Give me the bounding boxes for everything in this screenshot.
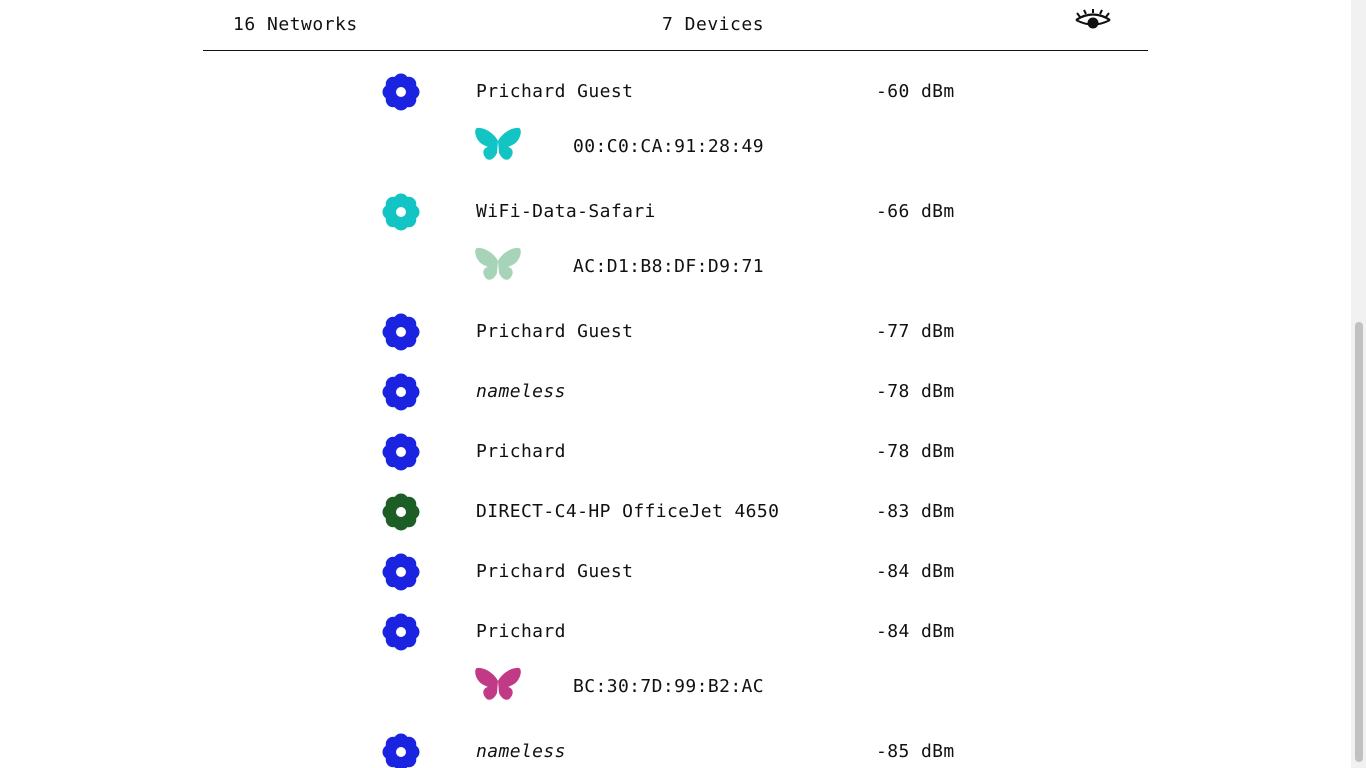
device-mac: BC:30:7D:99:B2:AC [573, 676, 765, 697]
network-row[interactable]: DIRECT-C4-HP OfficeJet 4650 -83 dBm [0, 482, 1351, 542]
network-name: WiFi-Data-Safari [476, 201, 656, 222]
network-row[interactable]: nameless -85 dBm [0, 722, 1351, 768]
flower-icon [382, 613, 420, 651]
network-signal: -78 dBm [876, 381, 955, 402]
butterfly-icon [474, 127, 522, 165]
network-signal: -60 dBm [876, 81, 955, 102]
network-row[interactable]: Prichard Guest -84 dBm [0, 542, 1351, 602]
flower-icon [382, 493, 420, 531]
network-signal: -66 dBm [876, 201, 955, 222]
network-list: Prichard Guest -60 dBm 00:C0:CA:91:28:49 Wi… [0, 62, 1351, 768]
butterfly-icon [474, 667, 522, 705]
scrollbar[interactable] [1351, 0, 1366, 768]
network-row[interactable]: WiFi-Data-Safari -66 dBm [0, 182, 1351, 242]
network-row[interactable]: nameless -78 dBm [0, 362, 1351, 422]
network-row[interactable]: Prichard Guest -77 dBm [0, 302, 1351, 362]
header-bar: 16 Networks 7 Devices [203, 0, 1148, 51]
networks-count: 16 Networks [233, 14, 358, 35]
flower-icon [382, 193, 420, 231]
device-row[interactable]: AC:D1:B8:DF:D9:71 [0, 242, 1351, 302]
network-row[interactable]: Prichard Guest -60 dBm [0, 62, 1351, 122]
viewport: 16 Networks 7 Devices Prichard Guest -60 … [0, 0, 1351, 768]
flower-icon [382, 373, 420, 411]
device-row[interactable]: BC:30:7D:99:B2:AC [0, 662, 1351, 722]
flower-icon [382, 313, 420, 351]
network-signal: -84 dBm [876, 621, 955, 642]
network-row[interactable]: Prichard -78 dBm [0, 422, 1351, 482]
network-signal: -85 dBm [876, 741, 955, 762]
network-signal: -83 dBm [876, 501, 955, 522]
butterfly-icon [474, 247, 522, 285]
flower-icon [382, 553, 420, 591]
device-mac: 00:C0:CA:91:28:49 [573, 136, 765, 157]
scrollbar-thumb[interactable] [1355, 322, 1363, 762]
network-name: Prichard [476, 621, 566, 642]
network-name: DIRECT-C4-HP OfficeJet 4650 [476, 501, 780, 522]
network-signal: -78 dBm [876, 441, 955, 462]
devices-count: 7 Devices [662, 14, 765, 35]
network-row[interactable]: Prichard -84 dBm [0, 602, 1351, 662]
device-mac: AC:D1:B8:DF:D9:71 [573, 256, 765, 277]
network-name: Prichard [476, 441, 566, 462]
flower-icon [382, 73, 420, 111]
network-signal: -84 dBm [876, 561, 955, 582]
network-signal: -77 dBm [876, 321, 955, 342]
network-name: nameless [476, 741, 566, 762]
device-row[interactable]: 00:C0:CA:91:28:49 [0, 122, 1351, 182]
flower-icon [382, 433, 420, 471]
network-name: Prichard Guest [476, 81, 634, 102]
network-name: Prichard Guest [476, 561, 634, 582]
flower-icon [382, 733, 420, 768]
network-name: Prichard Guest [476, 321, 634, 342]
network-name: nameless [476, 381, 566, 402]
eye-icon[interactable] [1073, 8, 1113, 34]
